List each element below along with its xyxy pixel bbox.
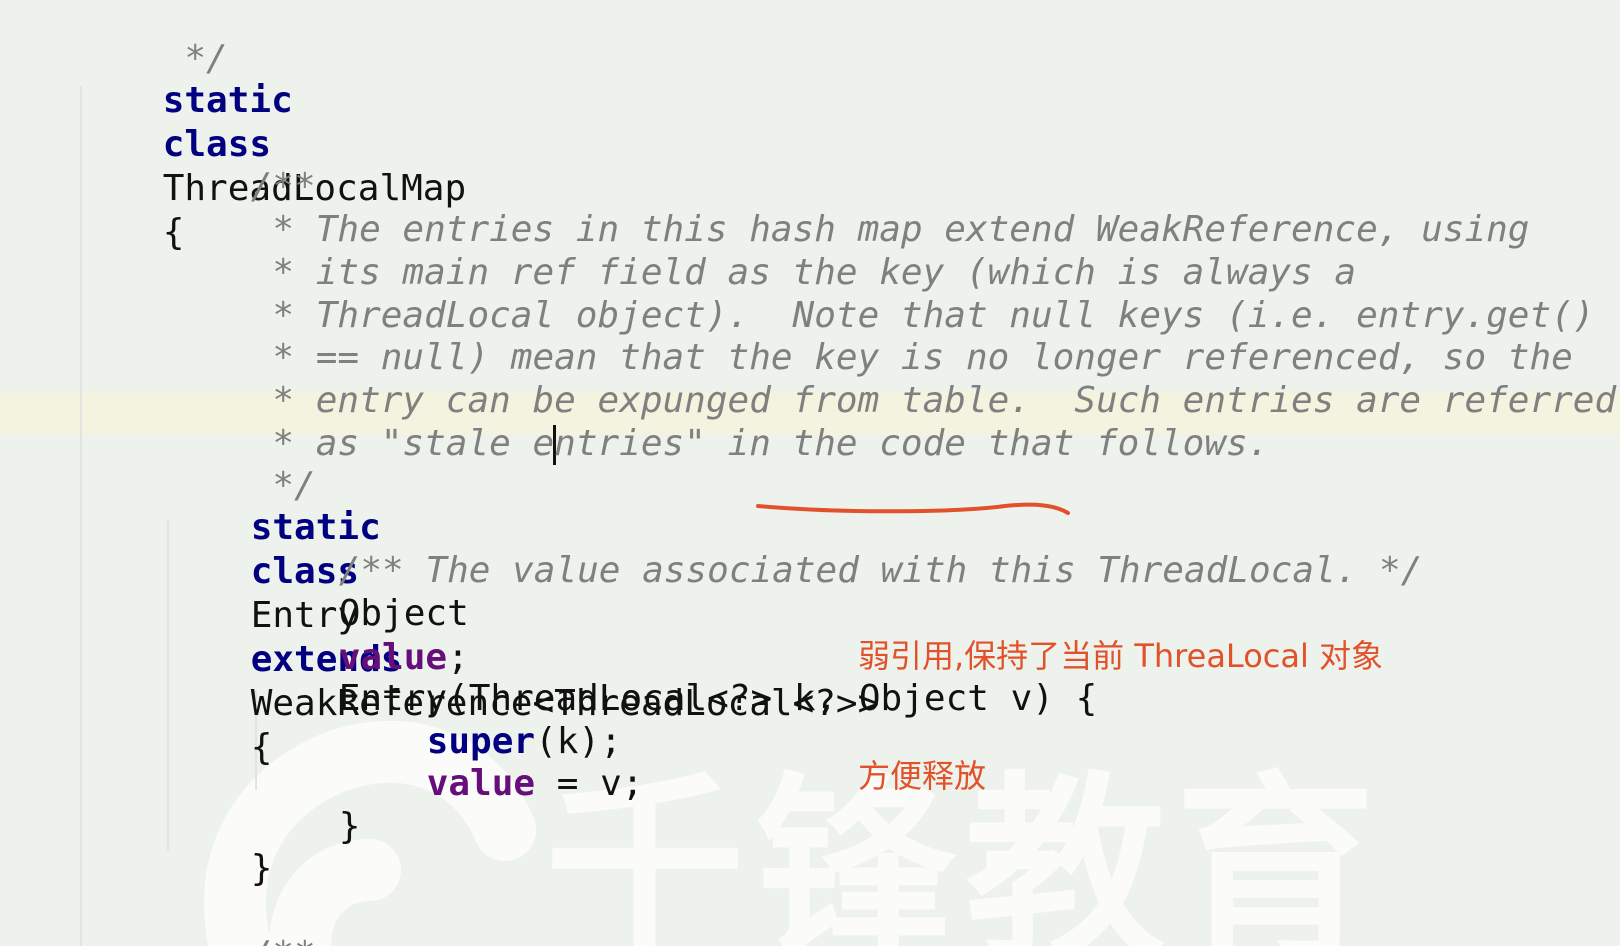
code-line[interactable]: /** [164,121,316,207]
code-line[interactable]: static class Entry extends WeakReference… [164,462,880,768]
code-line[interactable]: static class ThreadLocalMap { [76,35,466,253]
code-line[interactable]: */ [164,420,315,506]
code-line-current[interactable]: * as "stale entries" in the code that fo… [164,378,1269,465]
code-line[interactable]: * The entries in this hash map extend We… [164,164,1529,250]
code-line[interactable]: */ [76,0,227,79]
code-line[interactable]: value = v; [340,718,644,804]
field-type: Object [338,593,469,634]
close-brace: } [338,806,361,847]
code-line[interactable]: * ThreadLocal object). Note that null ke… [164,250,1594,336]
code-line[interactable]: /** [164,889,316,946]
comment-text: /** [251,934,316,946]
close-brace: } [250,848,273,889]
field-name: value [426,763,536,804]
note-line-1: 弱引用,保持了当前 ThreaLocal 对象 [858,637,1384,675]
comment-text: ntries" in the code that follows. [554,423,1270,464]
code-editor[interactable]: 千锋教育 */ static class ThreadLocalMap { /*… [0,0,1620,946]
keyword-static: static [162,80,293,121]
code-line[interactable]: * == null) mean that the key is no longe… [164,292,1572,378]
code-line[interactable]: Object value; [252,548,469,678]
code-line[interactable]: } [164,803,273,889]
code-line[interactable]: * its main ref field as the key (which i… [164,207,1356,293]
code-line[interactable]: /** The value associated with this Threa… [252,505,1423,591]
assignment: = v; [535,763,644,804]
handwritten-note: 弱引用,保持了当前 ThreaLocal 对象 方便释放 [858,556,1383,876]
note-line-2: 方便释放 [858,757,987,795]
code-line[interactable]: * entry can be expunged from table. Such… [164,335,1620,421]
code-line[interactable]: } [252,761,361,847]
code-line[interactable]: super(k); [340,676,622,762]
